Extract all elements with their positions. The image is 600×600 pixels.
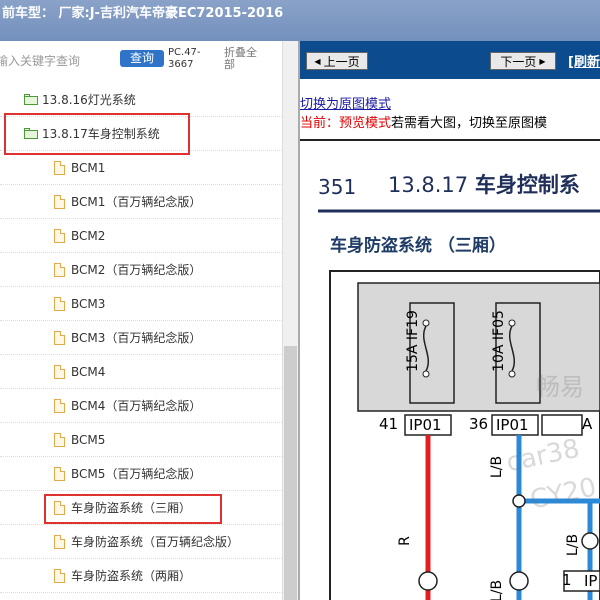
file-icon — [54, 330, 65, 345]
diagram-subtitle: 车身防盗系统 （三厢） — [330, 236, 506, 256]
file-icon — [54, 296, 65, 311]
file-icon — [54, 500, 65, 515]
search-bar: 查询 PC.47-3667 折叠全部 — [0, 41, 282, 81]
tree-file-item[interactable]: BCM2 — [0, 219, 282, 253]
tree-item-label: BCM4 — [71, 364, 106, 379]
wire-color-label: R — [396, 536, 413, 546]
file-icon — [54, 262, 65, 277]
tree-item-label: BCM5 — [71, 432, 106, 447]
prev-page-button[interactable]: ◀ 上一页 — [306, 52, 368, 70]
window-title: 前车型： 厂家:J-吉利汽车帝豪EC72015-2016 — [2, 6, 284, 21]
connector-label: IP01 — [496, 416, 529, 434]
pc-label: PC.47-3667 — [168, 47, 201, 70]
tree-item-label: BCM4（百万辆纪念版） — [71, 399, 202, 413]
tree-item-label: 车身防盗系统（两厢） — [71, 569, 192, 583]
mode-status: 当前：预览模式若需看大图，切换至原图模 — [300, 112, 547, 131]
refresh-link[interactable]: [刷新 — [568, 51, 600, 70]
tree-file-item[interactable]: BCM5（百万辆纪念版） — [0, 457, 282, 491]
tree-item-label: 13.8.17车身控制系统 — [42, 127, 160, 141]
tree-scrollbar[interactable] — [282, 41, 298, 600]
wire-color-label: L/B — [489, 455, 506, 479]
tree-file-item-selected[interactable]: 车身防盗系统（三厢） — [0, 491, 282, 525]
search-button[interactable]: 查询 — [120, 50, 164, 67]
tree-file-item[interactable]: BCM4（百万辆纪念版） — [0, 389, 282, 423]
connector-label: IP01 — [409, 416, 442, 434]
file-icon — [54, 228, 65, 243]
tree-file-item[interactable]: BCM1 — [0, 151, 282, 185]
tree-panel: 查询 PC.47-3667 折叠全部 13.8.16灯光系统 13.8.17车身… — [0, 41, 298, 600]
folder-open-icon — [24, 128, 38, 139]
wiring-diagram: 351 13.8.17 车身控制系 车身防盗系统 （三厢） 15A IF19 1… — [300, 141, 600, 600]
file-icon — [54, 432, 65, 447]
wire-color-label: L/B — [565, 533, 582, 557]
file-icon — [54, 398, 65, 413]
watermark-text: 畅易 — [536, 373, 584, 401]
connector-label-partial: A — [582, 415, 593, 433]
tree-folder-lighting[interactable]: 13.8.16灯光系统 — [0, 83, 282, 117]
mode-status-current: 当前：预览模式 — [300, 116, 392, 131]
file-icon — [54, 364, 65, 379]
wire-color-label: L/B — [489, 579, 506, 600]
file-icon — [54, 194, 65, 209]
file-icon — [54, 160, 65, 175]
tree-file-item[interactable]: BCM3（百万辆纪念版） — [0, 321, 282, 355]
tree-file-item[interactable]: BCM5 — [0, 423, 282, 457]
tree-item-label: 车身防盗系统（百万辆纪念版） — [71, 535, 240, 549]
arrow-right-icon: ▶ — [539, 56, 546, 66]
tree-item-label: BCM1（百万辆纪念版） — [71, 195, 202, 209]
viewer-nav-bar: ◀ 上一页 下一页 ▶ [刷新 — [300, 41, 600, 79]
tree-folder-body-control[interactable]: 13.8.17车身控制系统 — [0, 117, 282, 151]
tree-file-item[interactable]: BCM2（百万辆纪念版） — [0, 253, 282, 287]
pin-number: 1 — [562, 571, 572, 589]
tree-item-label: BCM3 — [71, 296, 106, 311]
next-page-button[interactable]: 下一页 ▶ — [490, 52, 556, 70]
mode-status-hint: 若需看大图，切换至原图模 — [391, 116, 548, 131]
window-title-bar: 前车型： 厂家:J-吉利汽车帝豪EC72015-2016 — [0, 0, 600, 41]
folder-icon — [24, 94, 38, 105]
viewer-panel: ◀ 上一页 下一页 ▶ [刷新 切换为原图模式 当前：预览模式若需看大图，切换至… — [300, 41, 600, 600]
fuse1-label: 15A IF19 — [404, 310, 421, 372]
tree-item-label: BCM3（百万辆纪念版） — [71, 331, 202, 345]
tree-file-item[interactable]: 车身防盗系统（两厢） — [0, 559, 282, 593]
tree-item-label: 13.8.16灯光系统 — [42, 93, 136, 107]
tree-file-item[interactable]: BCM4 — [0, 355, 282, 389]
fuse2-label: 10A IF05 — [490, 310, 507, 372]
collapse-all-button[interactable]: 折叠全部 — [224, 47, 264, 71]
tree-item-label: BCM5（百万辆纪念版） — [71, 467, 202, 481]
pin-number: 36 — [469, 415, 489, 433]
search-input[interactable] — [0, 50, 110, 72]
pin-number: 41 — [379, 415, 399, 433]
tree-scrollbar-thumb[interactable] — [284, 346, 297, 600]
tree-file-item[interactable]: BCM3 — [0, 287, 282, 321]
tree-item-label: BCM2 — [71, 228, 106, 243]
tree-file-item[interactable]: 车身防盗系统（百万辆纪念版） — [0, 525, 282, 559]
switch-original-mode-link[interactable]: 切换为原图模式 — [300, 93, 391, 112]
tree-item-label: 车身防盗系统（三厢） — [71, 501, 192, 515]
file-icon — [54, 466, 65, 481]
tree-file-item[interactable]: BCM1（百万辆纪念版） — [0, 185, 282, 219]
arrow-left-icon: ◀ — [314, 56, 321, 66]
file-icon — [54, 568, 65, 583]
connector-label: IP — [584, 572, 598, 590]
tree-item-label: BCM1 — [71, 160, 106, 175]
tree-item-label: BCM2（百万辆纪念版） — [71, 263, 202, 277]
file-icon — [54, 534, 65, 549]
